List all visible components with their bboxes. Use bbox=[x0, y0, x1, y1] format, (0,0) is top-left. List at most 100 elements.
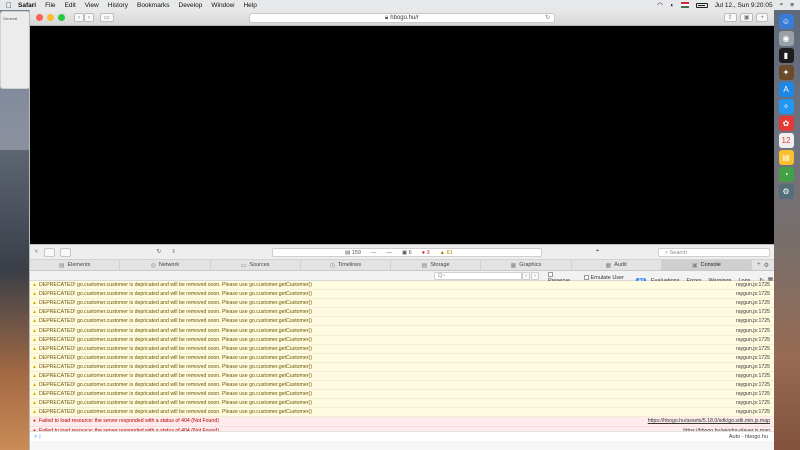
zoom-window-button[interactable] bbox=[58, 14, 65, 21]
console-warning-row[interactable]: ▲ DEPRECATED! go.customer.customer is dep… bbox=[30, 390, 774, 400]
next-match-icon[interactable]: › bbox=[531, 272, 539, 280]
notification-center-icon[interactable]: ≡ bbox=[790, 2, 794, 9]
console-warning-row[interactable]: ▲ DEPRECATED! go.customer.customer is dep… bbox=[30, 335, 774, 345]
tab-audit[interactable]: ▦ Audit bbox=[572, 260, 662, 270]
console-warning-row[interactable]: ▲ DEPRECATED! go.customer.customer is dep… bbox=[30, 290, 774, 300]
console-source-link[interactable]: https://hbogo.hu/assets/5.18.0/sdk/go.sd… bbox=[648, 418, 770, 424]
spotlight-icon[interactable]: ⌕ bbox=[780, 1, 784, 9]
execution-context-select[interactable]: Auto - hbogo.hu bbox=[729, 434, 768, 440]
console-source-link[interactable]: raygun.js:1725 bbox=[736, 328, 770, 334]
console-source-link[interactable]: raygun.js:1725 bbox=[736, 364, 770, 370]
console-warning-row[interactable]: ▲ DEPRECATED! go.customer.customer is dep… bbox=[30, 371, 774, 382]
photo-icon[interactable]: ✿ bbox=[778, 116, 794, 131]
activity-viewer[interactable]: ▤ 159 — — ▣ 6 ● 3 ▲ 61 bbox=[272, 248, 542, 257]
apple-icon[interactable]:  bbox=[0, 1, 18, 10]
inspector-settings-icon[interactable]: ⚙ bbox=[764, 262, 769, 269]
detach-icon[interactable] bbox=[59, 247, 71, 257]
tabs-overview-icon[interactable]: ▣ bbox=[739, 13, 754, 22]
console-source-link[interactable]: raygun.js:1725 bbox=[736, 291, 770, 297]
menu-history[interactable]: History bbox=[108, 2, 128, 9]
tab-network[interactable]: ◎ Network bbox=[120, 260, 211, 270]
app-store-icon[interactable]: A bbox=[778, 82, 794, 97]
console-source-link[interactable]: raygun.js:1725 bbox=[736, 309, 770, 315]
dock-mode-icon[interactable] bbox=[43, 247, 55, 257]
tab-graphics[interactable]: ▦ Graphics bbox=[481, 260, 572, 270]
new-tab-icon[interactable]: + bbox=[756, 13, 768, 22]
clock[interactable]: Jul 12., Sun 9:20:05 bbox=[715, 2, 773, 9]
tab-sources[interactable]: ▭ Sources bbox=[211, 260, 301, 270]
console-warning-row[interactable]: ▲ DEPRECATED! go.customer.customer is dep… bbox=[30, 281, 774, 291]
tab-console[interactable]: ▣ Console bbox=[661, 260, 752, 270]
console-source-link[interactable]: raygun.js:1725 bbox=[736, 318, 770, 324]
share-icon[interactable]: ⇧ bbox=[723, 13, 737, 22]
inspector-search-input[interactable]: ⌕ Search bbox=[658, 248, 770, 257]
address-bar[interactable]: 🔒︎ hbogo.hu/r ↻ bbox=[249, 13, 555, 23]
volume-icon[interactable]: ◖ bbox=[670, 2, 674, 9]
add-tab-icon[interactable]: + bbox=[757, 262, 761, 268]
error-count-badge[interactable]: ● 3 bbox=[422, 250, 430, 256]
console-source-link[interactable]: raygun.js:1725 bbox=[736, 346, 770, 352]
battery-icon[interactable] bbox=[695, 2, 708, 8]
video-viewport[interactable] bbox=[30, 26, 774, 244]
menu-develop[interactable]: Develop bbox=[179, 2, 203, 9]
warning-icon: ▲ bbox=[32, 409, 37, 416]
console-source-link[interactable]: raygun.js:1725 bbox=[736, 391, 770, 397]
menu-app-name[interactable]: Safari bbox=[18, 2, 36, 9]
console-warning-row[interactable]: ▲ DEPRECATED! go.customer.customer is dep… bbox=[30, 326, 774, 336]
menu-bookmarks[interactable]: Bookmarks bbox=[137, 2, 170, 9]
console-warning-row[interactable]: ▲ DEPRECATED! go.customer.customer is dep… bbox=[30, 353, 774, 363]
console-warning-row[interactable]: ▲ DEPRECATED! go.customer.customer is dep… bbox=[30, 362, 774, 372]
menu-edit[interactable]: Edit bbox=[65, 2, 76, 9]
console-warning-row[interactable]: ▲ DEPRECATED! go.customer.customer is dep… bbox=[30, 299, 774, 309]
download-archive-icon[interactable]: ⇩ bbox=[171, 249, 176, 255]
finder-icon[interactable]: ☺ bbox=[778, 14, 794, 29]
previous-match-icon[interactable]: ‹ bbox=[522, 272, 530, 280]
siri-icon[interactable]: ◉ bbox=[778, 31, 794, 46]
console-source-link[interactable]: raygun.js:1725 bbox=[736, 300, 770, 306]
console-source-link[interactable]: raygun.js:1725 bbox=[736, 409, 770, 415]
console-source-link[interactable]: raygun.js:1725 bbox=[736, 373, 770, 379]
console-filter-input[interactable]: Q~ bbox=[434, 272, 522, 280]
console-prompt[interactable]: > | Auto - hbogo.hu bbox=[30, 431, 774, 441]
close-window-button[interactable] bbox=[36, 14, 43, 21]
menu-file[interactable]: File bbox=[45, 2, 55, 9]
terminal-icon[interactable]: ▮ bbox=[778, 48, 794, 63]
sidebar-toggle-icon[interactable]: ▭ bbox=[100, 13, 114, 22]
close-inspector-icon[interactable]: ✕ bbox=[34, 249, 39, 255]
warning-count-badge[interactable]: ▲ 61 bbox=[440, 250, 453, 256]
console-warning-row[interactable]: ▲ DEPRECATED! go.customer.customer is dep… bbox=[30, 344, 774, 354]
tab-elements[interactable]: ▤ Elements bbox=[30, 260, 121, 270]
back-button[interactable]: ‹ bbox=[74, 13, 84, 22]
tab-timelines[interactable]: ◷ Timelines bbox=[301, 260, 391, 270]
console-warning-row[interactable]: ▲ DEPRECATED! go.customer.customer is dep… bbox=[30, 399, 774, 409]
launchpad-icon[interactable]: ✦ bbox=[778, 65, 794, 80]
console-warning-row[interactable]: ▲ DEPRECATED! go.customer.customer is dep… bbox=[30, 317, 774, 327]
reload-page-icon[interactable]: ↻ bbox=[157, 249, 162, 255]
calendar-icon[interactable]: 12 bbox=[778, 133, 794, 148]
menu-help[interactable]: Help bbox=[243, 2, 256, 9]
reload-icon[interactable]: ↻ bbox=[545, 14, 550, 23]
console-source-link[interactable]: raygun.js:1725 bbox=[736, 382, 770, 388]
console-source-link[interactable]: raygun.js:1725 bbox=[736, 282, 770, 288]
forward-button[interactable]: › bbox=[84, 13, 94, 22]
console-source-link[interactable]: raygun.js:1725 bbox=[736, 355, 770, 361]
background-window[interactable]: General bbox=[0, 11, 30, 89]
messages-icon[interactable]: ◔ bbox=[778, 167, 794, 182]
inspector-tabs: ▤ Elements ◎ Network ▭ Sources ◷ Timelines ▤… bbox=[30, 260, 774, 271]
console-source-link[interactable]: raygun.js:1725 bbox=[736, 337, 770, 343]
notes-icon[interactable]: ▤ bbox=[778, 150, 794, 165]
console-source-link[interactable]: raygun.js:1725 bbox=[736, 400, 770, 406]
tab-storage[interactable]: ▤ Storage bbox=[391, 260, 482, 270]
safari-icon[interactable]: ✧ bbox=[778, 99, 794, 114]
minimize-window-button[interactable] bbox=[47, 14, 54, 21]
settings-icon[interactable]: ⚙ bbox=[778, 184, 794, 199]
menu-view[interactable]: View bbox=[85, 2, 99, 9]
element-picker-icon[interactable]: ⌖ bbox=[596, 248, 599, 255]
console-warning-row[interactable]: ▲ DEPRECATED! go.customer.customer is dep… bbox=[30, 381, 774, 391]
hungarian-flag-icon[interactable] bbox=[680, 2, 689, 8]
console-warning-row[interactable]: ▲ DEPRECATED! go.customer.customer is dep… bbox=[30, 308, 774, 318]
console-error-row[interactable]: ●Failed to load resource: the server res… bbox=[30, 417, 774, 427]
menu-window[interactable]: Window bbox=[211, 2, 234, 9]
wifi-icon[interactable]: ◠ bbox=[657, 1, 663, 9]
console-warning-row[interactable]: ▲ DEPRECATED! go.customer.customer is dep… bbox=[30, 408, 774, 418]
